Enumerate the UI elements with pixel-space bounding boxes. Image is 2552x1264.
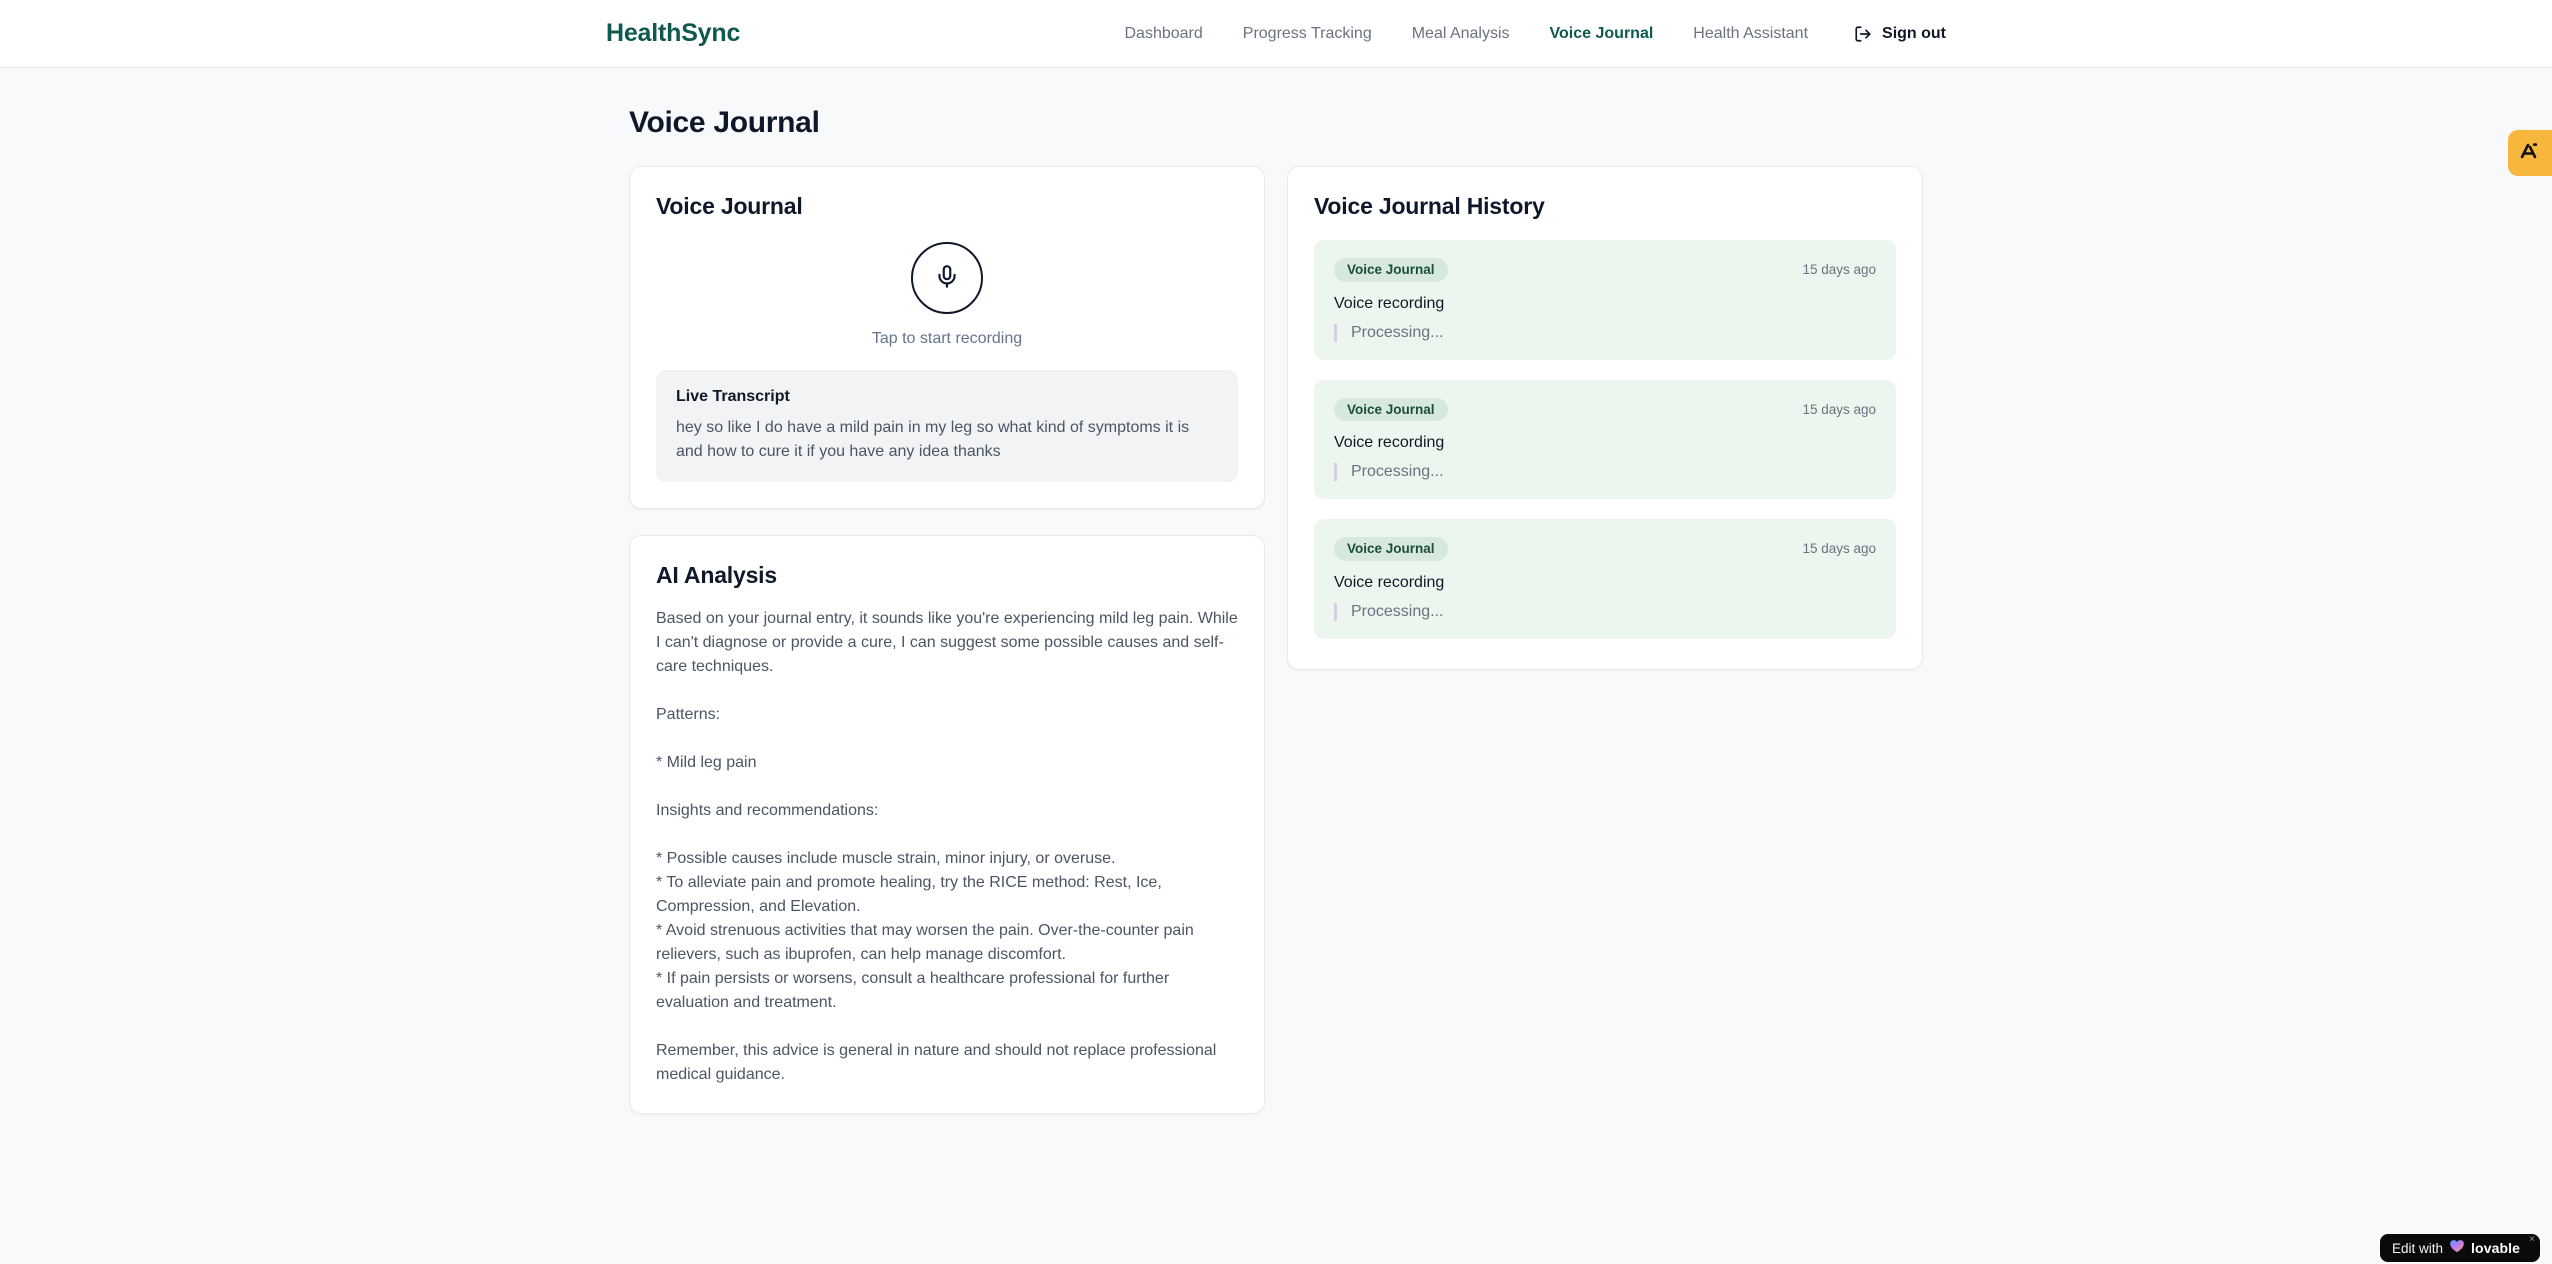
entry-type-badge: Voice Journal (1334, 537, 1448, 561)
history-entry[interactable]: Voice Journal 15 days ago Voice recordin… (1314, 240, 1896, 360)
nav-item-voice-journal[interactable]: Voice Journal (1550, 25, 1654, 43)
sign-out-label: Sign out (1882, 24, 1946, 42)
live-transcript-title: Live Transcript (676, 388, 790, 405)
close-icon[interactable]: × (2529, 1235, 2535, 1245)
lovable-brand-label: lovable (2471, 1240, 2520, 1256)
edit-with-label: Edit with (2392, 1240, 2444, 1256)
record-button[interactable] (911, 242, 983, 314)
ai-analysis-text: Based on your journal entry, it sounds l… (656, 610, 1238, 1083)
history-entry[interactable]: Voice Journal 15 days ago Voice recordin… (1314, 519, 1896, 639)
nav-item-dashboard[interactable]: Dashboard (1125, 25, 1203, 43)
live-transcript-box: Live Transcript hey so like I do have a … (656, 370, 1238, 482)
entry-title: Voice recording (1334, 434, 1445, 451)
entry-status: Processing... (1334, 463, 1876, 481)
side-extension-badge[interactable] (2508, 130, 2552, 176)
entry-timestamp: 15 days ago (1802, 262, 1876, 278)
microphone-icon (934, 264, 960, 293)
edit-with-lovable-badge[interactable]: Edit with lovable × (2380, 1234, 2540, 1262)
voice-journal-history-card: Voice Journal History Voice Journal 15 d… (1287, 166, 1923, 670)
main-content: Voice Journal Voice Journal Tap to start… (629, 106, 1923, 1114)
entry-status: Processing... (1334, 602, 1876, 621)
entry-type-badge: Voice Journal (1334, 397, 1448, 421)
history-card-title: Voice Journal History (1314, 193, 1545, 219)
entry-timestamp: 15 days ago (1802, 401, 1876, 417)
entry-type-badge: Voice Journal (1334, 258, 1448, 282)
nav-item-meal-analysis[interactable]: Meal Analysis (1412, 25, 1510, 43)
app-logo[interactable]: HealthSync (606, 19, 740, 48)
ai-analysis-title: AI Analysis (656, 562, 777, 588)
entry-timestamp: 15 days ago (1802, 541, 1876, 557)
nav-item-health-assistant[interactable]: Health Assistant (1693, 25, 1808, 43)
history-list: Voice Journal 15 days ago Voice recordin… (1314, 240, 1896, 639)
history-entry[interactable]: Voice Journal 15 days ago Voice recordin… (1314, 379, 1896, 499)
live-transcript-text: hey so like I do have a mild pain in my … (676, 419, 1190, 460)
sign-out-button[interactable]: Sign out (1854, 25, 1946, 43)
tap-to-record-hint: Tap to start recording (871, 330, 1023, 347)
top-navbar: HealthSync Dashboard Progress Tracking M… (0, 0, 2552, 68)
recorder-card-title: Voice Journal (656, 193, 803, 219)
entry-status: Processing... (1334, 323, 1876, 342)
voice-recorder-card: Voice Journal Tap to start recording Liv… (629, 166, 1265, 509)
ai-analysis-card: AI Analysis Based on your journal entry,… (629, 535, 1265, 1114)
entry-title: Voice recording (1334, 573, 1445, 591)
lovable-heart-icon (2449, 1238, 2465, 1258)
lovable-a-icon (2518, 140, 2540, 167)
page-title: Voice Journal (629, 106, 820, 139)
entry-title: Voice recording (1334, 294, 1445, 312)
logout-icon (1854, 25, 1872, 43)
main-nav: Dashboard Progress Tracking Meal Analysi… (1125, 25, 1947, 43)
nav-item-progress-tracking[interactable]: Progress Tracking (1243, 25, 1372, 43)
